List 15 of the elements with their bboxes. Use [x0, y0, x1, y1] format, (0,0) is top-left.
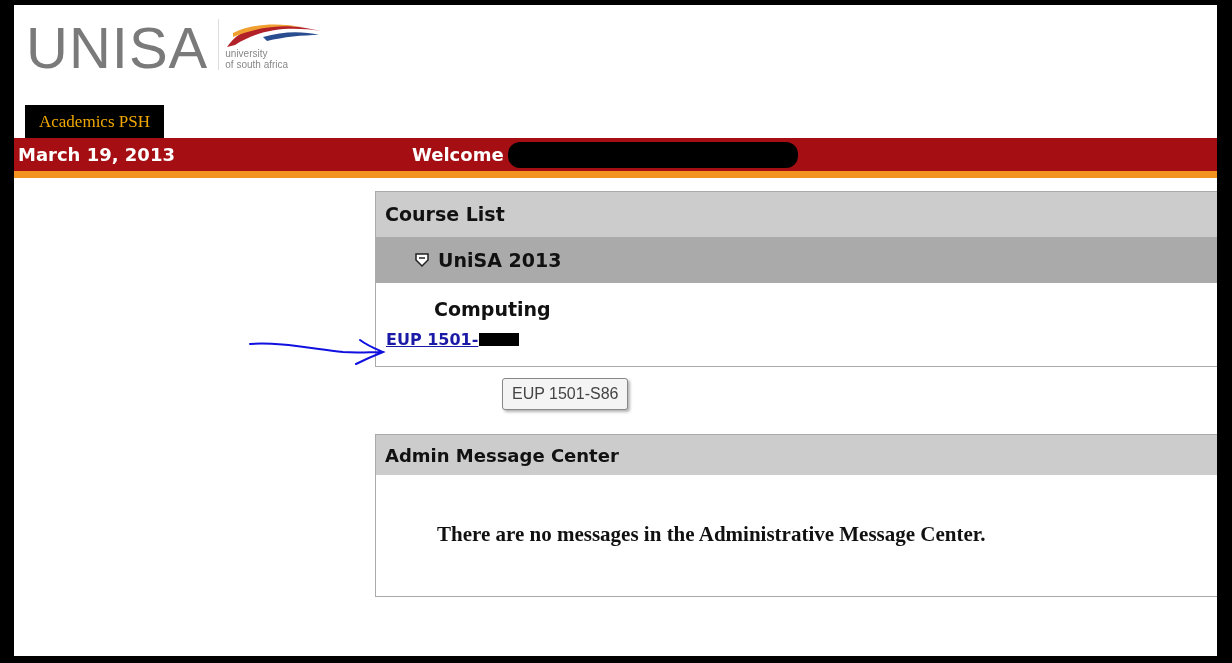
panel-header: Course List: [376, 192, 1217, 237]
empty-message: There are no messages in the Administrative Message Center.: [436, 521, 987, 548]
course-link[interactable]: EUP 1501-: [386, 327, 479, 352]
category-label: Computing: [433, 297, 552, 322]
date-label: March 19, 2013: [17, 143, 176, 167]
nav-tab[interactable]: Academics PSH: [25, 105, 164, 138]
term-group-header[interactable]: UniSA 2013: [376, 237, 1217, 283]
welcome-label: Welcome: [412, 143, 504, 167]
tooltip: EUP 1501-S86: [502, 378, 629, 410]
logo-wordmark: UNISA: [26, 19, 209, 77]
redaction-mark: [479, 333, 520, 346]
collapse-icon: [414, 252, 430, 268]
logo-tagline: university: [225, 49, 268, 59]
panel-header: Admin Message Center: [376, 435, 1217, 475]
logo-tagline: of south africa: [225, 59, 290, 70]
